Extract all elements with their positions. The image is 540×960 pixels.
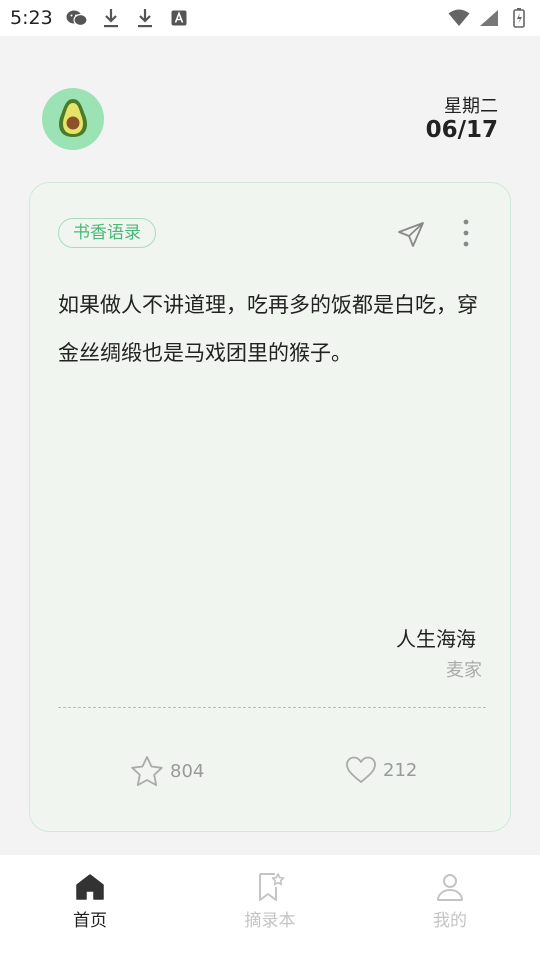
tab-profile[interactable]: 我的: [360, 855, 540, 960]
likes-count: 212: [383, 759, 418, 781]
tab-label-excerpts: 摘录本: [244, 911, 296, 931]
quote-text: 如果做人不讲道理，吃再多的饭都是白吃，穿金丝绸缎也是马戏团里的猴子。: [58, 293, 478, 365]
tab-label-home: 首页: [73, 911, 107, 931]
download-icon: [100, 8, 122, 28]
heart-icon: [346, 756, 376, 783]
avocado-icon: [58, 99, 88, 137]
book-title: 人生海海: [396, 627, 476, 651]
like-button[interactable]: 212: [345, 755, 417, 785]
wifi-icon: [448, 8, 470, 28]
person-icon: [437, 874, 463, 901]
author-name: 麦家: [446, 660, 482, 681]
date-label: 06/17: [425, 117, 498, 143]
notification-icons: [66, 8, 190, 28]
tab-home[interactable]: 首页: [0, 855, 180, 960]
tab-excerpts[interactable]: 摘录本: [180, 855, 360, 960]
star-icon: [131, 756, 163, 786]
send-icon: [398, 222, 424, 247]
status-bar: 5:23: [0, 0, 540, 36]
avatar[interactable]: [42, 88, 104, 150]
status-time: 5:23: [10, 7, 53, 29]
category-tag[interactable]: 书香语录: [58, 218, 156, 248]
system-status-icons: [448, 8, 530, 28]
bookmark-star-icon: [259, 873, 285, 901]
favorites-count: 804: [170, 760, 205, 782]
battery-icon: [508, 8, 530, 28]
app-notification-icon: [168, 8, 190, 28]
home-icon: [76, 874, 104, 900]
wechat-icon: [66, 8, 88, 28]
more-vertical-icon: [463, 219, 469, 247]
download-icon: [134, 8, 156, 28]
tab-label-profile: 我的: [433, 911, 467, 931]
divider: [58, 707, 486, 708]
quote-card: 书香语录 如果做人不讲道理，吃再多的饭都是白吃，穿金丝绸缎也是马戏团里的猴子。 …: [29, 182, 511, 832]
weekday-label: 星期二: [444, 96, 498, 117]
more-options-button[interactable]: [456, 217, 476, 249]
cell-signal-icon: [478, 8, 500, 28]
share-button[interactable]: [396, 219, 426, 249]
favorite-button[interactable]: 804: [130, 755, 204, 787]
bottom-tab-bar: 首页 摘录本 我的: [0, 855, 540, 960]
